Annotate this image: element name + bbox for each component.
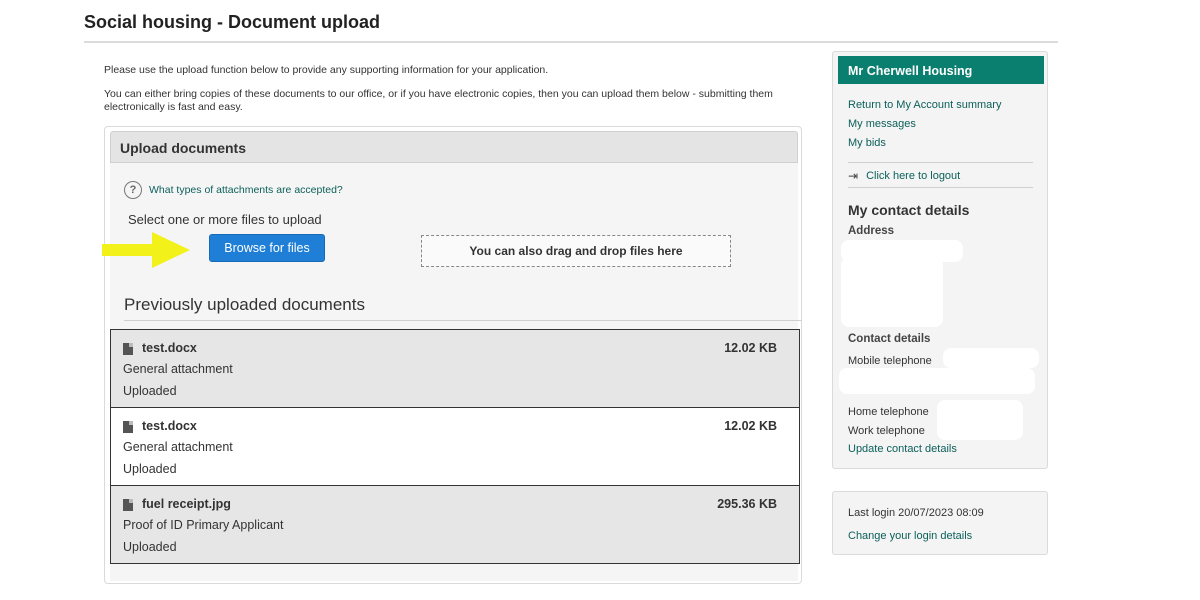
account-name-header: Mr Cherwell Housing [838,56,1044,84]
upload-body: ? What types of attachments are accepted… [102,163,802,581]
logout-icon: ⇥ [848,169,859,183]
document-file-icon [123,499,133,511]
intro-text-1: Please use the upload function below to … [104,64,549,76]
update-contact-link[interactable]: Update contact details [848,443,957,455]
last-login-text: Last login 20/07/2023 08:09 [848,507,984,519]
document-status: Uploaded [123,540,177,554]
document-name: fuel receipt.jpg [142,497,231,511]
document-status: Uploaded [123,462,177,476]
document-item[interactable]: test.docx 12.02 KB General attachment Up… [110,407,800,486]
title-divider [84,41,1058,43]
bids-link[interactable]: My bids [848,137,886,149]
attachment-help-text: What types of attachments are accepted? [149,184,343,196]
question-icon: ? [124,181,142,199]
browse-files-button[interactable]: Browse for files [209,234,325,262]
document-type: Proof of ID Primary Applicant [123,518,284,532]
document-type: General attachment [123,362,233,376]
document-item[interactable]: test.docx 12.02 KB General attachment Up… [110,329,800,408]
account-summary-link[interactable]: Return to My Account summary [848,99,1001,111]
account-side-panel: Mr Cherwell Housing Return to My Account… [832,51,1048,469]
work-telephone-label: Work telephone [848,425,925,437]
document-size: 12.02 KB [724,419,777,433]
login-panel: Last login 20/07/2023 08:09 Change your … [832,491,1048,555]
side-divider [848,187,1033,188]
yellow-arrow-icon [102,232,190,268]
contact-details-label: Contact details [848,333,931,345]
document-name: test.docx [142,341,197,355]
document-status: Uploaded [123,384,177,398]
upload-panel: Upload documents ? What types of attachm… [102,126,802,584]
document-file-icon [123,421,133,433]
previous-documents-title: Previously uploaded documents [124,295,365,314]
redacted-block [943,348,1039,368]
attachment-help-link[interactable]: ? What types of attachments are accepted… [124,181,343,199]
logout-link[interactable]: ⇥ Click here to logout [848,169,960,183]
contact-details-heading: My contact details [848,202,970,218]
document-size: 12.02 KB [724,341,777,355]
select-files-label: Select one or more files to upload [128,212,322,227]
document-list: test.docx 12.02 KB General attachment Up… [110,329,800,564]
messages-link[interactable]: My messages [848,118,916,130]
previous-documents-divider [124,320,802,321]
upload-header: Upload documents [110,131,798,163]
redacted-block [841,257,943,327]
document-name: test.docx [142,419,197,433]
document-file-icon [123,343,133,355]
redacted-block [839,368,1035,394]
side-divider [848,162,1033,163]
upload-header-title: Upload documents [120,140,247,156]
document-size: 295.36 KB [717,497,777,511]
document-item[interactable]: fuel receipt.jpg 295.36 KB Proof of ID P… [110,485,800,564]
address-label: Address [848,225,895,237]
page-title: Social housing - Document upload [84,12,381,32]
drag-drop-zone[interactable]: You can also drag and drop files here [421,235,731,267]
home-telephone-label: Home telephone [848,406,929,418]
mobile-telephone-label: Mobile telephone [848,355,932,367]
logout-text: Click here to logout [866,170,961,182]
document-type: General attachment [123,440,233,454]
redacted-block [937,400,1023,440]
change-login-link[interactable]: Change your login details [848,530,972,542]
intro-text-2: You can either bring copies of these doc… [104,88,773,113]
